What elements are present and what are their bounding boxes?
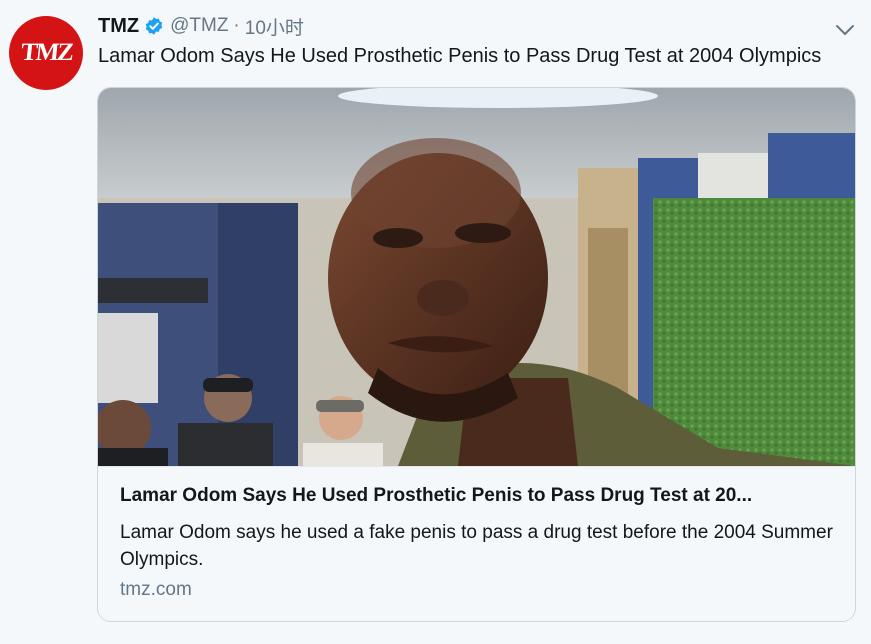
card-body: Lamar Odom Says He Used Prosthetic Penis… [98, 466, 855, 621]
card-title[interactable]: Lamar Odom Says He Used Prosthetic Penis… [120, 485, 835, 507]
link-card[interactable]: Lamar Odom Says He Used Prosthetic Penis… [97, 87, 856, 622]
tweet-header: TMZ @TMZ · 10小时 [98, 13, 304, 39]
tweet-text: Lamar Odom Says He Used Prosthetic Penis… [98, 45, 822, 67]
author-handle[interactable]: @TMZ [170, 15, 228, 37]
avatar[interactable]: TMZ [9, 16, 83, 90]
card-image[interactable] [98, 88, 855, 466]
card-description: Lamar Odom says he used a fake penis to … [120, 522, 833, 570]
tweet-timestamp[interactable]: 10小时 [245, 13, 304, 40]
tmz-logo: TMZ [19, 39, 73, 66]
separator-dot: · [233, 15, 240, 36]
card-domain: tmz.com [120, 579, 192, 600]
verified-badge-icon [144, 16, 164, 36]
chevron-down-icon[interactable] [834, 19, 856, 41]
author-name[interactable]: TMZ [98, 15, 139, 38]
